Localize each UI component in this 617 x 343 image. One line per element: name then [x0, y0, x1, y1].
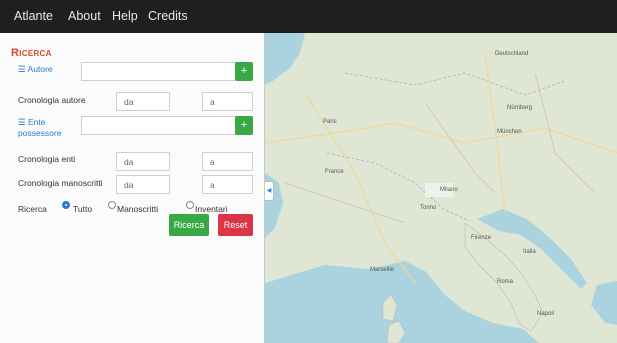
collapse-panel-button[interactable]: ◀: [265, 181, 274, 201]
ente-label: Ente: [28, 117, 46, 127]
map-label: Marseille: [370, 267, 395, 273]
map-view[interactable]: Deutschland Nürnberg Paris München Franc…: [265, 33, 617, 343]
map-canvas[interactable]: Deutschland Nürnberg Paris München Franc…: [265, 33, 617, 343]
map-label: Firenze: [471, 235, 492, 241]
list-icon: ☰: [18, 117, 26, 127]
top-navbar: Atlante About Help Credits: [0, 0, 617, 33]
radio-tutto[interactable]: [62, 201, 70, 209]
chevron-left-icon: ◀: [266, 188, 272, 194]
cronologia-enti-label: Cronologia enti: [18, 154, 76, 164]
list-icon: ☰: [18, 64, 26, 74]
search-button[interactable]: Ricerca: [169, 214, 209, 236]
map-label: Milano: [440, 187, 458, 193]
radio-manoscritti-label: Manoscritti: [117, 204, 159, 214]
cronologia-manoscritti-to[interactable]: a: [202, 175, 253, 194]
cronologia-enti-from[interactable]: da: [116, 152, 170, 171]
nav-about[interactable]: About: [68, 9, 101, 23]
autore-input[interactable]: [81, 62, 236, 81]
radio-inventari[interactable]: [186, 201, 194, 209]
cronologia-manoscritti-from[interactable]: da: [116, 175, 170, 194]
ente-input[interactable]: [81, 116, 236, 135]
cronologia-autore-from[interactable]: da: [116, 92, 170, 111]
reset-button[interactable]: Reset: [218, 214, 253, 236]
add-ente-button[interactable]: +: [235, 116, 253, 135]
panel-title: Ricerca: [11, 47, 52, 59]
autore-toggle[interactable]: ☰ Autore: [18, 64, 53, 75]
map-label: Paris: [323, 119, 337, 125]
cronologia-autore-label: Cronologia autore: [18, 95, 86, 105]
nav-atlante[interactable]: Atlante: [14, 9, 53, 23]
radio-tutto-label: Tutto: [73, 204, 93, 214]
search-panel: Ricerca ☰ Autore + Cronologia autore da …: [0, 33, 265, 343]
map-label: Deutschland: [495, 51, 528, 57]
cronologia-manoscritti-label: Cronologia manoscritti: [18, 178, 103, 188]
map-label: Napoli: [537, 311, 554, 317]
add-autore-button[interactable]: +: [235, 62, 253, 81]
map-label: Nürnberg: [507, 105, 532, 111]
autore-label: Autore: [27, 64, 53, 74]
cronologia-enti-to[interactable]: a: [202, 152, 253, 171]
ente-toggle[interactable]: ☰ Ente possessore: [18, 117, 61, 139]
ente-label-2: possessore: [18, 128, 62, 138]
nav-help[interactable]: Help: [112, 9, 138, 23]
map-label: Torino: [420, 205, 437, 211]
nav-credits[interactable]: Credits: [148, 9, 188, 23]
map-label: München: [497, 129, 522, 135]
cronologia-autore-to[interactable]: a: [202, 92, 253, 111]
map-label: France: [325, 169, 344, 175]
radio-manoscritti[interactable]: [108, 201, 116, 209]
radio-inventari-label: Inventari: [195, 204, 228, 214]
map-label: Italia: [523, 249, 536, 255]
ricerca-type-label: Ricerca: [18, 204, 47, 214]
map-label: Roma: [497, 279, 514, 285]
